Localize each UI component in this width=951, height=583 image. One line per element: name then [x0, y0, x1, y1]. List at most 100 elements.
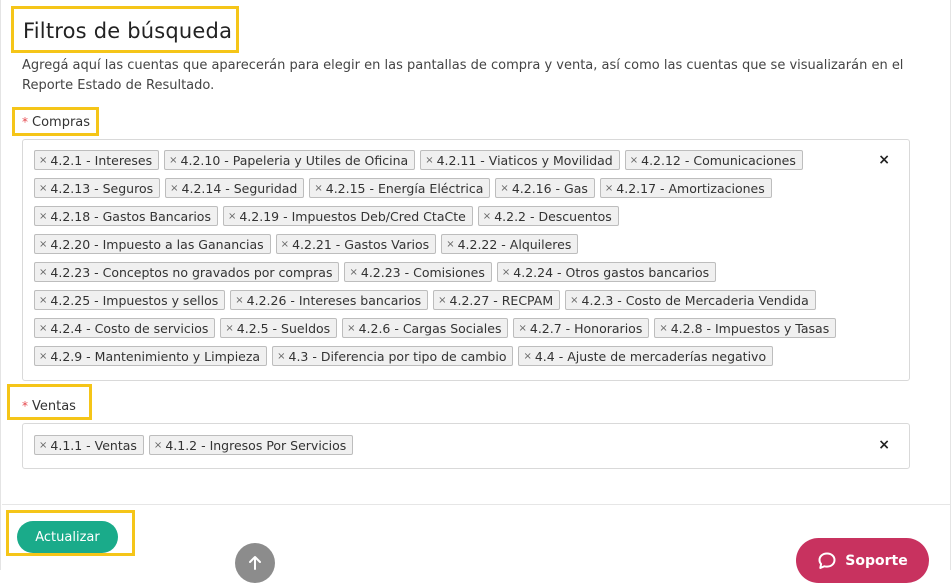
- ventas-tag-list: × 4.1.1 - Ventas × 4.1.2 - Ingresos Por Ser…: [34, 435, 864, 463]
- compras-tag: × 4.2.25 - Impuestos y sellos: [34, 290, 226, 310]
- remove-tag-icon[interactable]: ×: [169, 155, 177, 166]
- tag-label: 4.2.14 - Seguridad: [181, 180, 298, 196]
- tag-label: 4.2.24 - Otros gastos bancarios: [513, 264, 710, 280]
- remove-tag-icon[interactable]: ×: [39, 211, 47, 222]
- remove-tag-icon[interactable]: ×: [570, 295, 578, 306]
- remove-tag-icon[interactable]: ×: [170, 183, 178, 194]
- remove-tag-icon[interactable]: ×: [277, 351, 285, 362]
- remove-tag-icon[interactable]: ×: [425, 155, 433, 166]
- tag-label: 4.3 - Diferencia por tipo de cambio: [288, 348, 507, 364]
- tag-label: 4.4 - Ajuste de mercaderías negativo: [534, 348, 767, 364]
- tag-label: 4.2.25 - Impuestos y sellos: [50, 292, 219, 308]
- footer-divider: [2, 504, 950, 505]
- remove-tag-icon[interactable]: ×: [349, 267, 357, 278]
- tag-label: 4.2.22 - Alquileres: [457, 236, 572, 252]
- page-title: Filtros de búsqueda: [23, 19, 233, 43]
- scroll-to-top-button[interactable]: [235, 543, 275, 583]
- compras-tag: × 4.2.3 - Costo de Mercaderia Vendida: [565, 290, 816, 310]
- remove-tag-icon[interactable]: ×: [347, 323, 355, 334]
- compras-tag: × 4.2.21 - Gastos Varios: [275, 234, 437, 254]
- remove-tag-icon[interactable]: ×: [502, 267, 510, 278]
- compras-tag: × 4.2.24 - Otros gastos bancarios: [496, 262, 717, 282]
- remove-tag-icon[interactable]: ×: [523, 351, 531, 362]
- tag-label: 4.2.16 - Gas: [511, 180, 588, 196]
- tag-label: 4.2.7 - Honorarios: [529, 320, 643, 336]
- compras-tag: × 4.2.16 - Gas: [495, 178, 595, 198]
- ventas-clear-icon[interactable]: ×: [878, 437, 890, 453]
- remove-tag-icon[interactable]: ×: [154, 440, 162, 451]
- required-mark: *: [22, 115, 28, 129]
- compras-tag: × 4.2.6 - Cargas Sociales: [342, 318, 509, 338]
- tag-label: 4.2.17 - Amortizaciones: [616, 180, 765, 196]
- remove-tag-icon[interactable]: ×: [39, 351, 47, 362]
- compras-tag: × 4.2.20 - Impuesto a las Ganancias: [34, 234, 271, 254]
- ventas-label: * Ventas: [22, 399, 76, 414]
- remove-tag-icon[interactable]: ×: [228, 211, 236, 222]
- compras-tag: × 4.2.23 - Conceptos no gravados por comp…: [34, 262, 340, 282]
- update-button[interactable]: Actualizar: [17, 521, 118, 553]
- remove-tag-icon[interactable]: ×: [39, 267, 47, 278]
- tag-label: 4.2.5 - Sueldos: [236, 320, 331, 336]
- compras-tag: × 4.2.27 - RECPAM: [433, 290, 561, 310]
- compras-tag: × 4.4 - Ajuste de mercaderías negativo: [518, 346, 774, 366]
- tag-label: 4.2.10 - Papeleria y Utiles de Oficina: [180, 152, 409, 168]
- compras-tag: × 4.2.4 - Costo de servicios: [34, 318, 216, 338]
- tag-label: 4.2.18 - Gastos Bancarios: [50, 208, 211, 224]
- compras-tag: × 4.2.26 - Intereses bancarios: [230, 290, 429, 310]
- remove-tag-icon[interactable]: ×: [500, 183, 508, 194]
- ventas-multiselect[interactable]: × 4.1.1 - Ventas × 4.1.2 - Ingresos Por Ser…: [22, 423, 910, 469]
- remove-tag-icon[interactable]: ×: [483, 211, 491, 222]
- compras-tag: × 4.2.8 - Impuestos y Tasas: [654, 318, 837, 338]
- remove-tag-icon[interactable]: ×: [438, 295, 446, 306]
- compras-tag: × 4.2.11 - Viaticos y Movilidad: [420, 150, 620, 170]
- tag-label: 4.2.23 - Comisiones: [360, 264, 485, 280]
- tag-label: 4.2.4 - Costo de servicios: [50, 320, 209, 336]
- tag-label: 4.2.19 - Impuestos Deb/Cred CtaCte: [239, 208, 466, 224]
- compras-tag: × 4.2.13 - Seguros: [34, 178, 161, 198]
- compras-clear-icon[interactable]: ×: [878, 152, 890, 168]
- search-filters-panel: Filtros de búsqueda Agregá aquí las cuen…: [0, 0, 951, 570]
- remove-tag-icon[interactable]: ×: [605, 183, 613, 194]
- compras-tag: × 4.2.1 - Intereses: [34, 150, 160, 170]
- support-label: Soporte: [845, 552, 908, 569]
- remove-tag-icon[interactable]: ×: [659, 323, 667, 334]
- compras-tag: × 4.2.15 - Energía Eléctrica: [309, 178, 491, 198]
- compras-tag: × 4.2.18 - Gastos Bancarios: [34, 206, 218, 226]
- tag-label: 4.2.20 - Impuesto a las Ganancias: [50, 236, 264, 252]
- remove-tag-icon[interactable]: ×: [225, 323, 233, 334]
- compras-multiselect[interactable]: × 4.2.1 - Intereses × 4.2.10 - Papeleria y …: [22, 139, 910, 381]
- compras-tag: × 4.3 - Diferencia por tipo de cambio: [272, 346, 514, 366]
- compras-tag: × 4.2.2 - Descuentos: [477, 206, 619, 226]
- arrow-up-icon: [249, 556, 261, 570]
- remove-tag-icon[interactable]: ×: [446, 239, 454, 250]
- remove-tag-icon[interactable]: ×: [39, 323, 47, 334]
- tag-label: 4.1.2 - Ingresos Por Servicios: [165, 437, 347, 453]
- remove-tag-icon[interactable]: ×: [518, 323, 526, 334]
- ventas-label-text: Ventas: [32, 399, 76, 414]
- tag-label: 4.1.1 - Ventas: [50, 437, 137, 453]
- tag-label: 4.2.1 - Intereses: [50, 152, 153, 168]
- tag-label: 4.2.9 - Mantenimiento y Limpieza: [50, 348, 261, 364]
- remove-tag-icon[interactable]: ×: [39, 155, 47, 166]
- remove-tag-icon[interactable]: ×: [630, 155, 638, 166]
- compras-tag: × 4.2.17 - Amortizaciones: [599, 178, 772, 198]
- tag-label: 4.2.13 - Seguros: [50, 180, 154, 196]
- remove-tag-icon[interactable]: ×: [39, 183, 47, 194]
- compras-tag: × 4.2.5 - Sueldos: [220, 318, 338, 338]
- compras-tag: × 4.2.22 - Alquileres: [441, 234, 579, 254]
- tag-label: 4.2.27 - RECPAM: [449, 292, 554, 308]
- tag-label: 4.2.2 - Descuentos: [494, 208, 612, 224]
- remove-tag-icon[interactable]: ×: [235, 295, 243, 306]
- remove-tag-icon[interactable]: ×: [39, 239, 47, 250]
- remove-tag-icon[interactable]: ×: [314, 183, 322, 194]
- compras-tag: × 4.2.19 - Impuestos Deb/Cred CtaCte: [222, 206, 473, 226]
- chat-bubble-icon: [818, 552, 836, 569]
- description-text: Agregá aquí las cuentas que aparecerán p…: [22, 58, 904, 93]
- remove-tag-icon[interactable]: ×: [39, 440, 47, 451]
- ventas-tag: × 4.1.2 - Ingresos Por Servicios: [148, 435, 354, 455]
- remove-tag-icon[interactable]: ×: [281, 239, 289, 250]
- remove-tag-icon[interactable]: ×: [39, 295, 47, 306]
- support-button[interactable]: Soporte: [796, 538, 929, 583]
- tag-label: 4.2.11 - Viaticos y Movilidad: [436, 152, 613, 168]
- compras-tag-list: × 4.2.1 - Intereses × 4.2.10 - Papeleria y …: [34, 150, 864, 374]
